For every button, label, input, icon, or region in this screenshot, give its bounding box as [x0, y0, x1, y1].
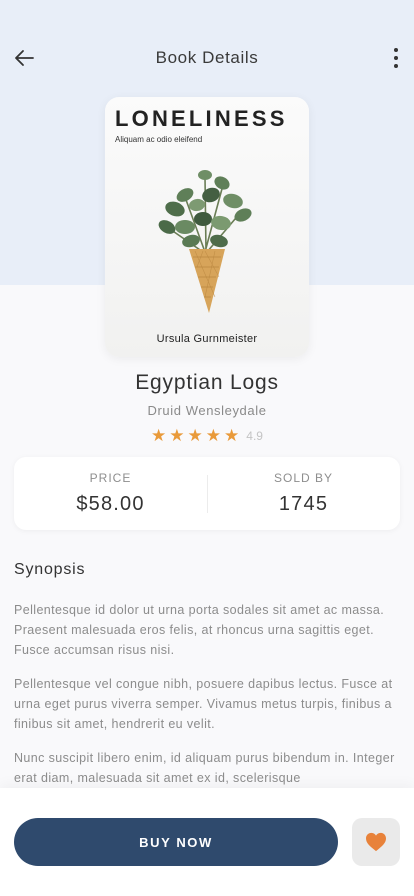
synopsis-paragraph: Pellentesque vel congue nibh, posuere da…	[14, 677, 393, 731]
price-value: $58.00	[76, 493, 145, 515]
sold-value: 1745	[278, 493, 329, 515]
more-vertical-icon	[394, 48, 398, 52]
price-label: PRICE	[89, 471, 132, 485]
top-bar: Book Details	[0, 36, 414, 80]
sold-stat: SOLD BY 1745	[207, 457, 400, 530]
heart-icon	[366, 832, 386, 852]
star-icon: ★	[151, 426, 167, 445]
synopsis-text: Pellentesque id dolor ut urna porta soda…	[14, 600, 402, 788]
synopsis-paragraph: Pellentesque id dolor ut urna porta soda…	[14, 603, 385, 657]
star-icon: ★	[205, 426, 222, 445]
cover-subtitle: Aliquam ac odio eleifend	[115, 135, 203, 144]
favorite-button[interactable]	[352, 818, 400, 866]
rating-value: 4.9	[246, 429, 263, 443]
book-cover: LONELINESS Aliquam ac odio eleifend Ursu…	[105, 97, 309, 357]
more-options-button[interactable]	[384, 42, 408, 74]
star-icon: ★	[169, 426, 185, 445]
buy-now-button[interactable]: BUY NOW	[14, 818, 338, 866]
book-author: Druid Wensleydale	[147, 403, 267, 418]
synopsis-heading: Synopsis	[14, 561, 86, 578]
rating: ★ ★ ★ ★ ★ 4.9	[0, 427, 414, 445]
plant-cone-illustration	[158, 170, 252, 313]
stats-card: PRICE $58.00 SOLD BY 1745	[14, 457, 400, 530]
book-title: Egyptian Logs	[135, 371, 279, 394]
price-stat: PRICE $58.00	[14, 457, 207, 530]
cover-author: Ursula Gurnmeister	[156, 333, 258, 345]
page-title: Book Details	[155, 48, 259, 67]
star-icon: ★	[187, 426, 203, 445]
bottom-action-bar: BUY NOW	[0, 788, 414, 896]
sold-label: SOLD BY	[273, 471, 334, 485]
cover-title: LONELINESS	[115, 106, 288, 131]
star-icon: ★	[224, 426, 240, 445]
synopsis-paragraph: Nunc suscipit libero enim, id aliquam pu…	[14, 751, 395, 785]
